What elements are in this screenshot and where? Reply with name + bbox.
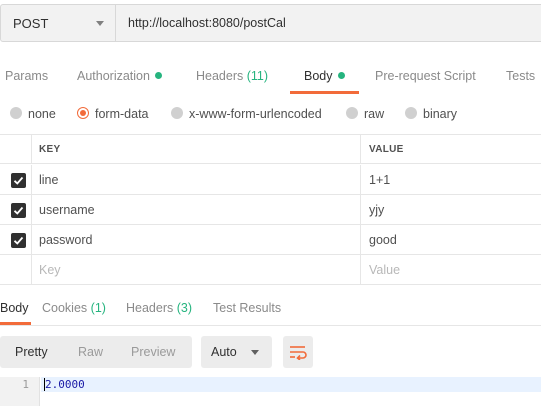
radio-icon [405, 107, 417, 119]
value-cell[interactable]: 1+1 [362, 165, 541, 194]
response-toolbar: Pretty Raw Preview Auto [0, 336, 541, 370]
tab-headers[interactable]: Headers (11) [196, 62, 268, 94]
checkbox-checked-icon[interactable] [11, 173, 26, 188]
table-header-row: KEY VALUE [0, 134, 541, 164]
tab-tests[interactable]: Tests [506, 62, 535, 94]
tab-body[interactable]: Body [290, 62, 358, 94]
line-gutter: 1 [0, 377, 40, 406]
view-mode-group: Pretty Raw Preview [0, 336, 192, 368]
value-cell[interactable]: good [362, 225, 541, 254]
response-tab-cookies[interactable]: Cookies (1) [42, 292, 106, 325]
table-row: line 1+1 [0, 165, 541, 195]
radio-selected-icon [77, 107, 89, 119]
view-preview-button[interactable]: Preview [131, 336, 175, 368]
new-key-input[interactable]: Key [32, 255, 361, 284]
text-cursor [44, 378, 45, 391]
active-line-highlight [41, 377, 541, 392]
key-cell[interactable]: password [32, 225, 361, 254]
status-dot-icon [154, 72, 162, 79]
chevron-down-icon [251, 350, 259, 355]
new-value-input[interactable]: Value [362, 255, 541, 284]
table-row: username yjy [0, 195, 541, 225]
request-bar: POST http://localhost:8080/postCal [0, 4, 541, 42]
method-label: POST [13, 16, 49, 31]
response-editor[interactable]: 1 2.0000 [0, 377, 541, 406]
radio-icon [346, 107, 358, 119]
chevron-down-icon [96, 21, 104, 26]
table-row-new: Key Value [0, 255, 541, 285]
value-cell[interactable]: yjy [362, 195, 541, 224]
method-select[interactable]: POST [0, 4, 116, 42]
view-raw-button[interactable]: Raw [78, 336, 103, 368]
radio-icon [171, 107, 183, 119]
response-tab-body[interactable]: Body [0, 292, 30, 325]
request-tabs: Params Authorization Headers (11) Body P… [0, 62, 541, 94]
view-pretty-button[interactable]: Pretty [15, 336, 48, 368]
response-tab-test-results[interactable]: Test Results [213, 292, 281, 325]
format-label: Auto [211, 345, 237, 359]
tab-pre-request-script[interactable]: Pre-request Script [375, 62, 476, 94]
wrap-lines-button[interactable] [283, 336, 313, 368]
key-cell[interactable]: username [32, 195, 361, 224]
response-content: 2.0000 [45, 378, 85, 391]
response-tab-headers[interactable]: Headers (3) [126, 292, 192, 325]
status-dot-icon [337, 72, 345, 79]
headers-count: (11) [246, 69, 269, 83]
response-tabs: Body Cookies (1) Headers (3) Test Result… [0, 292, 541, 326]
checkbox-checked-icon[interactable] [11, 203, 26, 218]
body-type-options: none form-data x-www-form-urlencoded raw… [0, 100, 541, 128]
wrap-lines-icon [290, 346, 307, 360]
table-row: password good [0, 225, 541, 255]
url-value: http://localhost:8080/postCal [128, 16, 286, 30]
column-header-value: VALUE [369, 144, 404, 155]
line-number: 1 [22, 378, 29, 391]
response-headers-count: (3) [176, 301, 193, 315]
radio-icon [10, 107, 22, 119]
cookies-count: (1) [90, 301, 106, 315]
format-select[interactable]: Auto [201, 336, 272, 368]
column-header-key: KEY [32, 135, 361, 163]
key-cell[interactable]: line [32, 165, 361, 194]
tab-params[interactable]: Params [5, 62, 48, 94]
tab-authorization[interactable]: Authorization [77, 62, 162, 94]
checkbox-checked-icon[interactable] [11, 233, 26, 248]
url-input[interactable]: http://localhost:8080/postCal [116, 4, 541, 42]
